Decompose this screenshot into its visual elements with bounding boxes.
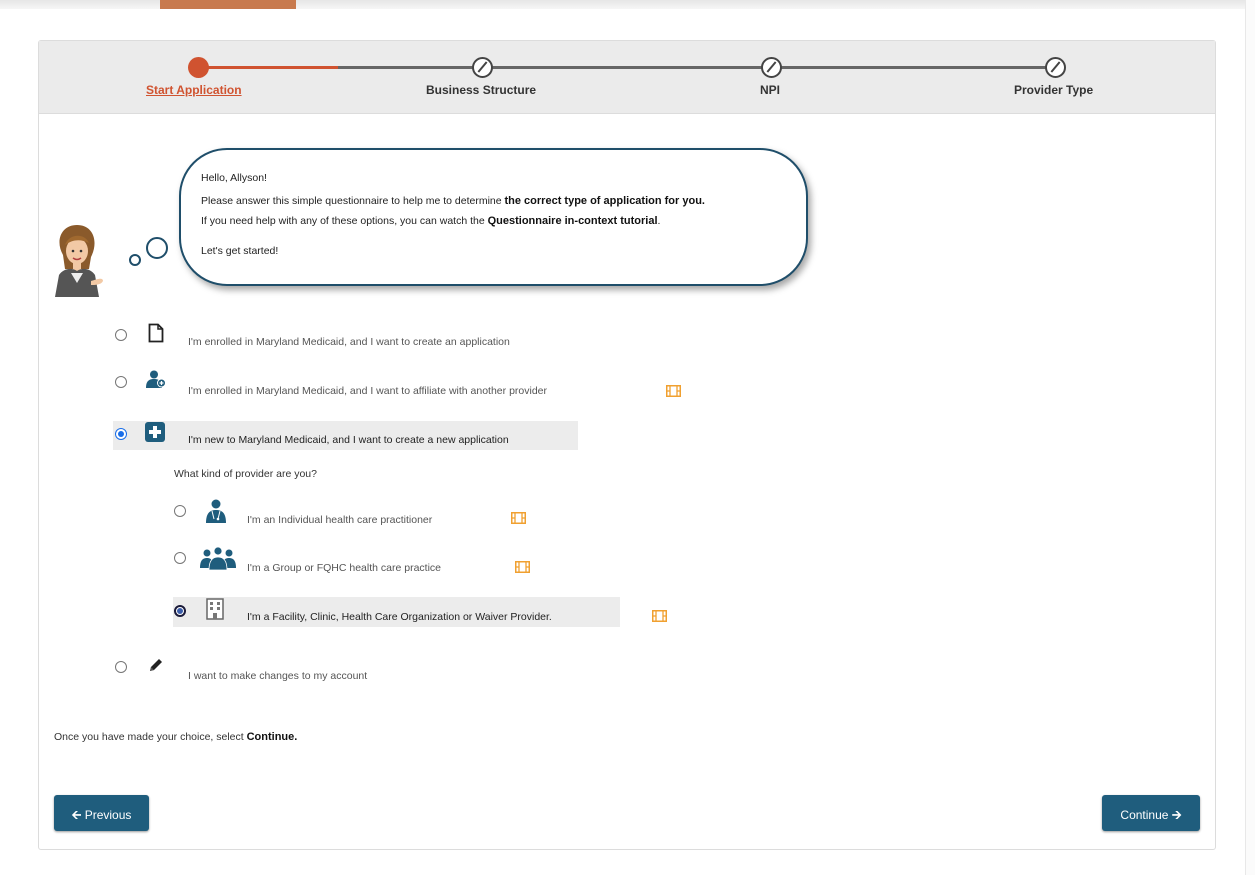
- continue-button-label: Continue: [1120, 808, 1169, 822]
- bubble-greeting: Hello, Allyson!: [201, 172, 267, 184]
- provider-option-group[interactable]: I'm a Group or FQHC health care practice: [172, 546, 552, 574]
- user-link-icon: [146, 370, 166, 388]
- option-new-application-radio[interactable]: [115, 428, 127, 440]
- provider-option-individual[interactable]: I'm an Individual health care practition…: [172, 499, 552, 526]
- provider-option-group-label: I'm a Group or FQHC health care practice: [247, 562, 441, 574]
- continue-button[interactable]: Continue 🡪: [1102, 795, 1200, 831]
- bubble-line-3: Let's get started!: [201, 245, 279, 257]
- group-doctors-icon: [200, 546, 236, 570]
- step-label-business-structure: Business Structure: [426, 83, 537, 97]
- progress-stepper: Start Application Business Structure NPI…: [39, 41, 1215, 114]
- continue-instruction-text: Once you have made your choice, select: [54, 731, 247, 743]
- video-tutorial-icon[interactable]: [652, 610, 667, 622]
- continue-instruction: Once you have made your choice, select C…: [54, 731, 297, 743]
- option-make-changes-label: I want to make changes to my account: [188, 670, 368, 682]
- pencil-icon: [150, 659, 162, 671]
- progress-line-completed: [198, 66, 338, 69]
- option-make-changes[interactable]: I want to make changes to my account: [111, 655, 511, 682]
- option-affiliate-provider-label: I'm enrolled in Maryland Medicaid, and I…: [188, 385, 547, 397]
- building-icon: [206, 598, 224, 620]
- medical-plus-icon: [145, 422, 165, 442]
- bubble-line-1: Please answer this simple questionnaire …: [201, 195, 705, 207]
- option-affiliate-provider-radio[interactable]: [115, 376, 127, 388]
- previous-button-label: Previous: [84, 808, 132, 822]
- thought-dot-large: [146, 237, 168, 259]
- provider-option-facility-radio[interactable]: [174, 605, 186, 617]
- provider-option-individual-label: I'm an Individual health care practition…: [247, 514, 433, 526]
- bubble-line-2: If you need help with any of these optio…: [201, 215, 660, 227]
- active-nav-indicator: [160, 0, 296, 9]
- previous-button[interactable]: 🡨 Previous: [54, 795, 149, 831]
- provider-option-facility[interactable]: I'm a Facility, Clinic, Health Care Orga…: [172, 597, 682, 623]
- provider-option-facility-label: I'm a Facility, Clinic, Health Care Orga…: [247, 611, 552, 623]
- bubble-line-1-text: Please answer this simple questionnaire …: [201, 195, 505, 207]
- bubble-line-2-text: If you need help with any of these optio…: [201, 215, 488, 227]
- option-create-application-label: I'm enrolled in Maryland Medicaid, and I…: [188, 336, 510, 348]
- top-header-strip: [0, 0, 1255, 9]
- right-scroll-gutter: [1245, 0, 1255, 875]
- doctor-icon: [206, 499, 226, 523]
- option-create-application[interactable]: I'm enrolled in Maryland Medicaid, and I…: [111, 323, 611, 349]
- step-label-provider-type: Provider Type: [1014, 83, 1094, 97]
- provider-option-individual-radio[interactable]: [174, 505, 186, 517]
- step-dot-business-structure: [472, 57, 493, 78]
- questionnaire-tutorial-link[interactable]: Questionnaire in-context tutorial: [488, 215, 658, 227]
- questionnaire-panel: Start Application Business Structure NPI…: [38, 40, 1216, 850]
- step-dot-npi: [761, 57, 782, 78]
- option-affiliate-provider[interactable]: I'm enrolled in Maryland Medicaid, and I…: [111, 369, 711, 397]
- step-dot-start-application: [188, 57, 209, 78]
- video-tutorial-icon[interactable]: [511, 512, 526, 524]
- step-label-start-application[interactable]: Start Application: [146, 83, 242, 97]
- option-make-changes-radio[interactable]: [115, 661, 127, 673]
- provider-question: What kind of provider are you?: [174, 468, 317, 480]
- step-dot-provider-type: [1045, 57, 1066, 78]
- video-tutorial-icon[interactable]: [515, 561, 530, 573]
- progress-line-remaining: [338, 66, 1058, 69]
- provider-option-group-radio[interactable]: [174, 552, 186, 564]
- bubble-line-2-suffix: .: [657, 215, 661, 227]
- assistant-speech-bubble: Hello, Allyson! Please answer this simpl…: [179, 148, 808, 286]
- video-tutorial-icon[interactable]: [666, 385, 681, 397]
- arrow-right-icon: 🡪: [1171, 808, 1182, 822]
- continue-instruction-emphasis: Continue.: [246, 731, 298, 743]
- assistant-avatar: [55, 225, 103, 297]
- option-new-application[interactable]: I'm new to Maryland Medicaid, and I want…: [111, 421, 581, 447]
- document-icon: [148, 323, 164, 343]
- arrow-left-icon: 🡨: [71, 808, 82, 822]
- option-new-application-label: I'm new to Maryland Medicaid, and I want…: [188, 434, 509, 446]
- step-label-npi: NPI: [760, 83, 781, 97]
- thought-dot-small: [129, 254, 141, 266]
- option-create-application-radio[interactable]: [115, 329, 127, 341]
- bubble-line-1-emphasis: the correct type of application for you.: [504, 195, 705, 207]
